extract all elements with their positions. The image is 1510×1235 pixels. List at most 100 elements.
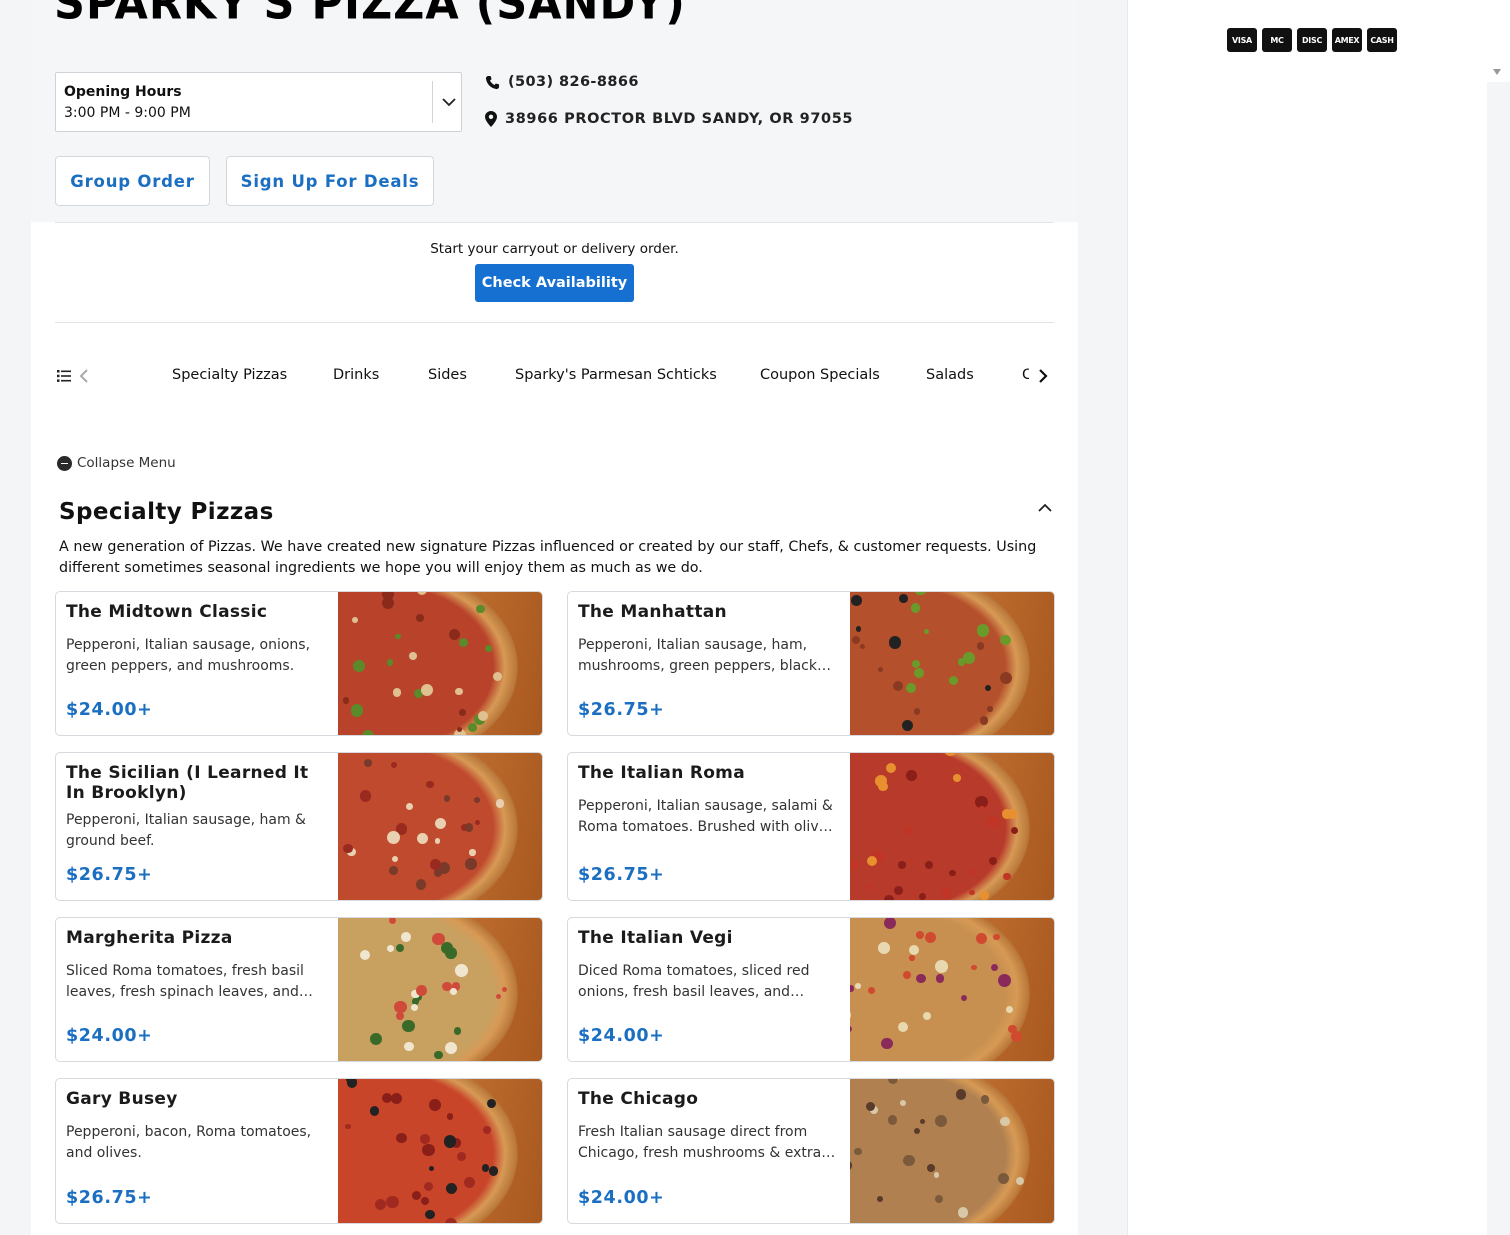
menu-item-price: $26.75+ xyxy=(578,700,665,720)
category-tab-more[interactable]: C xyxy=(1022,367,1029,383)
check-availability-button[interactable]: Check Availability xyxy=(475,264,634,302)
pizza-topping xyxy=(888,1115,898,1125)
sign-up-deals-button[interactable]: Sign Up For Deals xyxy=(226,156,434,206)
menu-item-card[interactable]: The Sicilian (I Learned It In Brooklyn) P… xyxy=(55,752,543,901)
menu-item-description: Diced Roma tomatoes, sliced red onions, … xyxy=(578,963,810,1000)
pizza-topping xyxy=(450,987,458,995)
pizza-topping xyxy=(971,964,977,970)
mastercard-icon: MC xyxy=(1262,28,1292,52)
chevron-down-icon[interactable] xyxy=(440,93,458,111)
pizza-image xyxy=(850,592,1030,735)
pizza-topping xyxy=(953,773,962,782)
category-tab-coupon-specials[interactable]: Coupon Specials xyxy=(760,367,880,383)
pizza-topping xyxy=(979,716,988,725)
pizza-topping xyxy=(1000,1116,1010,1127)
chevron-right-icon[interactable] xyxy=(1037,368,1049,384)
category-tab-parmesan-schticks[interactable]: Sparky's Parmesan Schticks xyxy=(515,367,717,383)
pizza-topping xyxy=(854,983,861,989)
menu-item-description: Fresh Italian sausage direct from Chicag… xyxy=(578,1124,822,1161)
category-tab-specialty-pizzas[interactable]: Specialty Pizzas xyxy=(172,367,287,383)
category-tab-drinks[interactable]: Drinks xyxy=(333,367,379,383)
chevron-up-icon[interactable] xyxy=(1037,500,1053,516)
pizza-topping xyxy=(463,1176,475,1188)
visa-card-icon: VISA xyxy=(1227,28,1257,52)
pizza-topping xyxy=(987,706,993,712)
pizza-image xyxy=(338,918,518,1061)
pizza-topping xyxy=(915,931,924,940)
side-panel: VISA MC DISC AMEX CASH xyxy=(1127,0,1487,1235)
divider xyxy=(55,322,1054,323)
pizza-topping xyxy=(902,971,911,980)
phone-link[interactable]: (503) 826-8866 xyxy=(485,72,639,92)
pizza-topping xyxy=(455,687,463,695)
pizza-topping xyxy=(446,1113,454,1120)
pizza-topping xyxy=(955,1089,966,1100)
opening-hours-label: Opening Hours xyxy=(64,84,182,100)
pizza-topping xyxy=(968,868,976,876)
pizza-topping xyxy=(369,1032,382,1045)
pizza-photo xyxy=(850,753,1054,900)
collapse-menu-button[interactable]: Collapse Menu xyxy=(57,455,176,471)
pizza-topping xyxy=(486,1098,496,1108)
menu-item-card[interactable]: The Midtown Classic Pepperoni, Italian sa… xyxy=(55,591,543,736)
pizza-topping xyxy=(375,1198,387,1210)
pizza-image xyxy=(850,918,1030,1061)
main-content: SPARKY'S PIZZA (SANDY) Opening Hours 3:0… xyxy=(31,0,1078,1235)
category-tab-salads[interactable]: Salads xyxy=(926,367,974,383)
pizza-topping xyxy=(394,1000,407,1014)
menu-item-card[interactable]: The Italian Roma Pepperoni, Italian sausa… xyxy=(567,752,1055,901)
pizza-topping xyxy=(345,1123,351,1130)
pizza-topping xyxy=(457,1152,467,1161)
phone-icon xyxy=(485,75,500,89)
category-tab-sides[interactable]: Sides xyxy=(428,367,467,383)
scroll-down-arrow-icon[interactable] xyxy=(1493,69,1501,75)
menu-item-card[interactable]: Gary Busey Pepperoni, bacon, Roma tomatoe… xyxy=(55,1078,543,1224)
address-link[interactable]: 38966 PROCTOR BLVD SANDY, OR 97055 xyxy=(485,109,853,129)
pizza-photo xyxy=(338,753,542,900)
menu-item-price: $24.00+ xyxy=(578,1188,665,1208)
pizza-topping xyxy=(933,1172,940,1178)
start-order-text: Start your carryout or delivery order. xyxy=(430,241,679,257)
group-order-button[interactable]: Group Order xyxy=(55,156,210,206)
pizza-topping xyxy=(386,1195,399,1209)
pizza-topping xyxy=(1002,872,1011,881)
pizza-topping xyxy=(477,710,488,721)
pizza-photo xyxy=(338,1079,542,1223)
menu-item-description: Sliced Roma tomatoes, fresh basil leaves… xyxy=(66,963,304,1000)
pizza-photo xyxy=(338,592,542,735)
pizza-topping xyxy=(409,652,417,661)
pizza-topping xyxy=(444,1042,457,1055)
menu-item-description: Pepperoni, bacon, Roma tomatoes, and oli… xyxy=(66,1124,312,1161)
pizza-topping xyxy=(369,1105,380,1116)
menu-item-price: $24.00+ xyxy=(66,1026,153,1046)
list-icon[interactable] xyxy=(57,369,71,383)
pizza-topping xyxy=(981,1095,990,1104)
pizza-topping xyxy=(434,1051,443,1060)
divider xyxy=(55,222,1054,223)
pizza-topping xyxy=(866,883,873,890)
menu-item-price: $26.75+ xyxy=(578,865,665,885)
pizza-topping xyxy=(989,857,997,865)
pizza-topping xyxy=(852,635,861,644)
pizza-topping xyxy=(464,823,474,832)
menu-item-card[interactable]: The Italian Vegi Diced Roma tomatoes, sli… xyxy=(567,917,1055,1062)
category-list: Specialty Pizzas Drinks Sides Sparky's P… xyxy=(141,367,1029,389)
pizza-topping xyxy=(455,964,468,977)
pizza-photo xyxy=(338,918,542,1061)
scrollbar[interactable] xyxy=(1487,0,1510,82)
pizza-topping xyxy=(350,704,364,717)
pizza-topping xyxy=(468,723,478,732)
menu-item-price: $26.75+ xyxy=(66,1188,153,1208)
pizza-topping xyxy=(850,985,854,992)
opening-hours-dropdown[interactable]: Opening Hours 3:00 PM - 9:00 PM xyxy=(55,72,462,132)
menu-item-card[interactable]: Margherita Pizza Sliced Roma tomatoes, fr… xyxy=(55,917,543,1062)
pizza-topping xyxy=(875,774,887,787)
pizza-photo xyxy=(850,1079,1054,1223)
pizza-topping xyxy=(948,676,958,686)
menu-item-card[interactable]: The Chicago Fresh Italian sausage direct … xyxy=(567,1078,1055,1224)
pizza-topping xyxy=(422,1143,435,1156)
menu-item-price: $24.00+ xyxy=(578,1026,665,1046)
section-description: A new generation of Pizzas. We have crea… xyxy=(59,539,1037,576)
chevron-left-icon[interactable] xyxy=(79,368,89,384)
menu-item-card[interactable]: The Manhattan Pepperoni, Italian sausage,… xyxy=(567,591,1055,736)
